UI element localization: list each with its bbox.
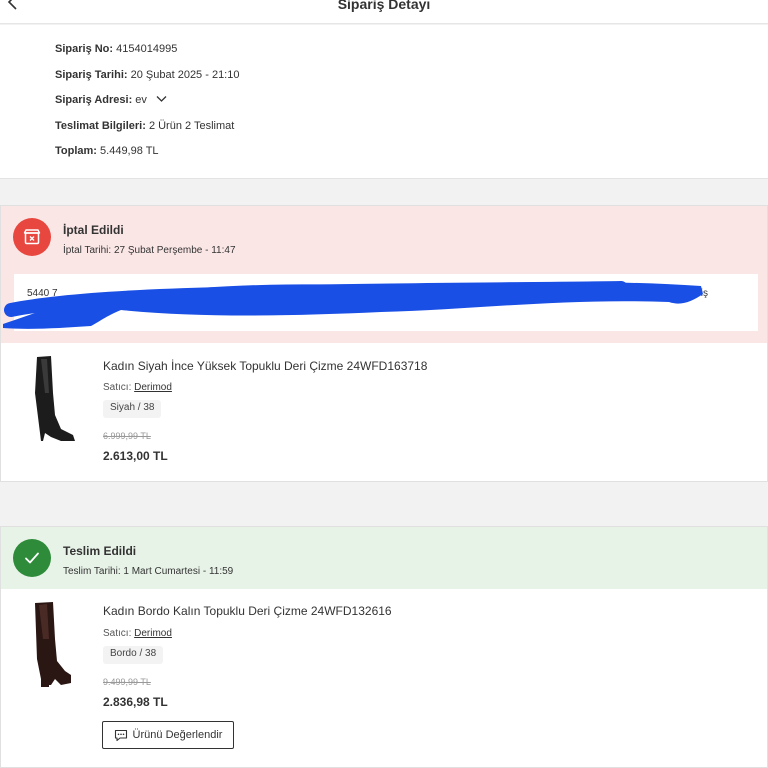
order-total-label: Toplam:	[55, 145, 97, 157]
top-bar: Sipariş Detayı	[0, 0, 768, 24]
redaction-scribble	[3, 281, 703, 329]
status-date: İptal Tarihi: 27 Şubat Perşembe - 11:47	[63, 245, 236, 256]
delivery-info-value: 2 Ürün 2 Teslimat	[148, 120, 235, 132]
product-image[interactable]	[21, 353, 79, 449]
order-date-value: 20 Şubat 2025 - 21:10	[130, 69, 240, 81]
order-no-value: 4154014995	[116, 43, 178, 55]
order-no-row: Sipariş No: 4154014995	[55, 43, 177, 55]
order-summary: Sipariş No: 4154014995 Sipariş Tarihi: 2…	[0, 25, 768, 179]
status-date: Teslim Tarihi: 1 Mart Cumartesi - 11:59	[63, 566, 234, 577]
order-total-value: 5.449,98 TL	[100, 145, 159, 157]
product-name[interactable]: Kadın Siyah İnce Yüksek Topuklu Deri Çiz…	[103, 359, 427, 373]
product-image[interactable]	[21, 599, 79, 695]
review-button-label: Ürünü Değerlendir	[132, 729, 223, 741]
order-address-label: Sipariş Adresi:	[55, 94, 133, 106]
product-name[interactable]: Kadın Bordo Kalın Topuklu Deri Çizme 24W…	[103, 604, 392, 618]
status-banner: İptal Edildi İptal Tarihi: 27 Şubat Perş…	[1, 206, 767, 343]
chat-icon	[114, 729, 127, 741]
seller-link[interactable]: Derimod	[134, 382, 172, 393]
delivery-info-label: Teslimat Bilgileri:	[55, 120, 146, 132]
seller-label: Satıcı:	[103, 382, 132, 393]
order-address-row[interactable]: Sipariş Adresi: ev	[55, 94, 167, 106]
status-icon-badge	[13, 218, 51, 256]
seller-row: Satıcı: Derimod	[103, 382, 172, 393]
seller-link[interactable]: Derimod	[134, 628, 172, 639]
box-x-icon	[23, 229, 41, 245]
variant-badge: Bordo / 38	[103, 646, 164, 664]
review-product-button[interactable]: Ürünü Değerlendir	[102, 721, 234, 749]
current-price: 2.836,98 TL	[103, 695, 168, 709]
shipment-card-cancelled: İptal Edildi İptal Tarihi: 27 Şubat Perş…	[0, 205, 768, 482]
order-total-row: Toplam: 5.449,98 TL	[55, 145, 159, 157]
status-banner: Teslim Edildi Teslim Tarihi: 1 Mart Cuma…	[1, 527, 767, 589]
status-title: Teslim Edildi	[63, 544, 137, 558]
order-date-label: Sipariş Tarihi:	[55, 69, 128, 81]
variant-badge: Siyah / 38	[103, 400, 162, 418]
status-icon-badge	[13, 539, 51, 577]
tracking-info: 5440 7 iş	[3, 274, 758, 331]
chevron-down-icon[interactable]	[156, 95, 167, 103]
page-title: Sipariş Detayı	[337, 0, 431, 12]
old-price: 6.999,99 TL	[103, 431, 151, 441]
current-price: 2.613,00 TL	[103, 449, 168, 463]
order-address-value: ev	[135, 94, 147, 106]
shipment-card-delivered: Teslim Edildi Teslim Tarihi: 1 Mart Cuma…	[0, 526, 768, 768]
delivery-info-row: Teslimat Bilgileri: 2 Ürün 2 Teslimat	[55, 120, 234, 132]
seller-label: Satıcı:	[103, 628, 132, 639]
order-date-row: Sipariş Tarihi: 20 Şubat 2025 - 21:10	[55, 69, 239, 81]
status-title: İptal Edildi	[63, 223, 124, 237]
check-icon	[25, 552, 39, 564]
old-price: 9.499,99 TL	[103, 677, 151, 687]
order-no-label: Sipariş No:	[55, 43, 114, 55]
seller-row: Satıcı: Derimod	[103, 628, 172, 639]
